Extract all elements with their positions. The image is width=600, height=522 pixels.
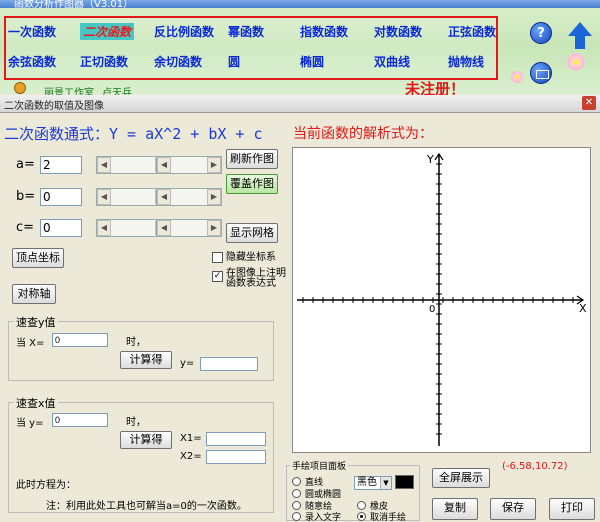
- radio-cancel-draw[interactable]: [357, 512, 366, 521]
- app-titlebar: 函数分析作图器（V3.01）: [0, 0, 600, 8]
- param-c-input[interactable]: [40, 219, 82, 237]
- query-y-tail: 时，: [126, 337, 146, 348]
- studio-logo-icon: [14, 82, 26, 94]
- annotate-label-line2: 函数表达式: [226, 278, 276, 289]
- cursor-coordinates: (-6.58,10.72): [502, 461, 568, 472]
- param-b-input[interactable]: [40, 188, 82, 206]
- fullscreen-button[interactable]: 全屏展示: [432, 468, 490, 488]
- param-a-label: a=: [16, 157, 35, 172]
- function-selector-frame: 一次函数 二次函数 反比例函数 幂函数 指数函数 对数函数 正弦函数 余弦函数 …: [4, 16, 498, 80]
- calc-x-button[interactable]: 计算得: [120, 431, 172, 449]
- hide-axes-label: 隐藏坐标系: [226, 252, 276, 263]
- func-tangent[interactable]: 正切函数: [80, 53, 128, 70]
- chevron-down-icon: ▼: [380, 477, 391, 489]
- flower-icon: [566, 52, 586, 72]
- func-ellipse[interactable]: 椭圆: [300, 53, 324, 70]
- hand-panel-title: 手绘项目面板: [290, 459, 349, 472]
- hide-axes-checkbox[interactable]: [212, 252, 223, 263]
- query-y-result-label: y=: [180, 358, 195, 369]
- radio-text[interactable]: [292, 512, 301, 521]
- query-x-x1-result[interactable]: [206, 432, 266, 446]
- help-button[interactable]: ?: [530, 22, 552, 44]
- param-b-label: b=: [16, 189, 36, 204]
- radio-freehand[interactable]: [292, 501, 301, 510]
- axes-svg: [297, 152, 585, 446]
- close-icon[interactable]: ✕: [582, 96, 596, 110]
- vertex-button[interactable]: 顶点坐标: [12, 248, 64, 268]
- formula-title: 二次函数通式：Y = aX^2 + bX + c: [4, 125, 263, 143]
- function-toolbar: 一次函数 二次函数 反比例函数 幂函数 指数函数 对数函数 正弦函数 余弦函数 …: [0, 8, 600, 99]
- radio-line[interactable]: [292, 477, 301, 486]
- quadratic-window: 二次函数的取值及图像 ✕ 二次函数通式：Y = aX^2 + bX + c 当前…: [0, 95, 600, 522]
- radio-text-label: 录入文字: [305, 513, 342, 522]
- query-x-note: 注：利用此处工具也可解当a=0的一次函数。: [46, 501, 247, 512]
- y-axis-label: Y: [427, 153, 434, 166]
- func-parabola[interactable]: 抛物线: [448, 53, 484, 70]
- window-titlebar: 二次函数的取值及图像 ✕: [0, 95, 600, 113]
- param-c-fine-slider[interactable]: ◀ ▶: [156, 219, 222, 237]
- radio-eraser[interactable]: [357, 501, 366, 510]
- query-y-when: 当 X=: [16, 338, 45, 349]
- up-arrow-icon[interactable]: [568, 22, 592, 49]
- func-power[interactable]: 幂函数: [228, 23, 264, 40]
- print-button[interactable]: 打印: [549, 498, 595, 520]
- overlay-plot-button[interactable]: 覆盖作图: [226, 174, 278, 194]
- param-a-input[interactable]: [40, 156, 82, 174]
- pen-color-value: 黑色: [357, 477, 377, 488]
- func-quadratic[interactable]: 二次函数: [80, 23, 135, 40]
- param-c-label: c=: [16, 220, 35, 235]
- func-circle[interactable]: 圆: [228, 53, 240, 70]
- query-x-x2-result[interactable]: [206, 450, 266, 464]
- func-inverse[interactable]: 反比例函数: [154, 23, 214, 40]
- func-sine[interactable]: 正弦函数: [448, 23, 496, 40]
- show-grid-button[interactable]: 显示网格: [226, 223, 278, 243]
- expression-title: 当前函数的解析式为：: [293, 126, 433, 142]
- query-x-title: 速查x值: [14, 395, 58, 411]
- save-button[interactable]: 保存: [490, 498, 536, 520]
- pen-color-select[interactable]: 黑色 ▼: [354, 476, 392, 490]
- query-x-when: 当 y=: [16, 418, 44, 429]
- mail-button[interactable]: [530, 62, 552, 84]
- query-x-equation: 此时方程为：: [16, 480, 76, 491]
- refresh-plot-button[interactable]: 刷新作图: [226, 149, 278, 169]
- func-cotangent[interactable]: 余切函数: [154, 53, 202, 70]
- radio-cancel-draw-label: 取消手绘: [370, 513, 407, 522]
- calc-y-button[interactable]: 计算得: [120, 351, 172, 369]
- copy-button[interactable]: 复制: [432, 498, 478, 520]
- graph-canvas[interactable]: Y X 0: [292, 147, 591, 453]
- func-hyperbola[interactable]: 双曲线: [374, 53, 410, 70]
- radio-ellipse[interactable]: [292, 489, 301, 498]
- origin-label: 0: [429, 304, 436, 315]
- param-a-fine-slider[interactable]: ◀ ▶: [156, 156, 222, 174]
- query-y-title: 速查y值: [14, 314, 58, 330]
- query-x-x1-label: X1=: [180, 433, 202, 444]
- symmetry-axis-button[interactable]: 对称轴: [12, 284, 56, 304]
- flower-icon: [510, 70, 524, 84]
- func-linear[interactable]: 一次函数: [8, 23, 56, 40]
- func-cosine[interactable]: 余弦函数: [8, 53, 56, 70]
- annotate-checkbox[interactable]: ✓: [212, 271, 223, 282]
- func-exponential[interactable]: 指数函数: [300, 23, 348, 40]
- app-title: 函数分析作图器（V3.01）: [14, 0, 134, 8]
- query-x-y-input[interactable]: [52, 413, 108, 427]
- query-y-x-input[interactable]: [52, 333, 108, 347]
- query-x-x2-label: X2=: [180, 451, 202, 462]
- func-logarithm[interactable]: 对数函数: [374, 23, 422, 40]
- query-y-result[interactable]: [200, 357, 258, 371]
- window-title: 二次函数的取值及图像: [4, 101, 104, 112]
- x-axis-label: X: [579, 302, 587, 315]
- param-b-fine-slider[interactable]: ◀ ▶: [156, 188, 222, 206]
- query-x-tail: 时，: [126, 417, 146, 428]
- pen-color-swatch[interactable]: [395, 475, 414, 489]
